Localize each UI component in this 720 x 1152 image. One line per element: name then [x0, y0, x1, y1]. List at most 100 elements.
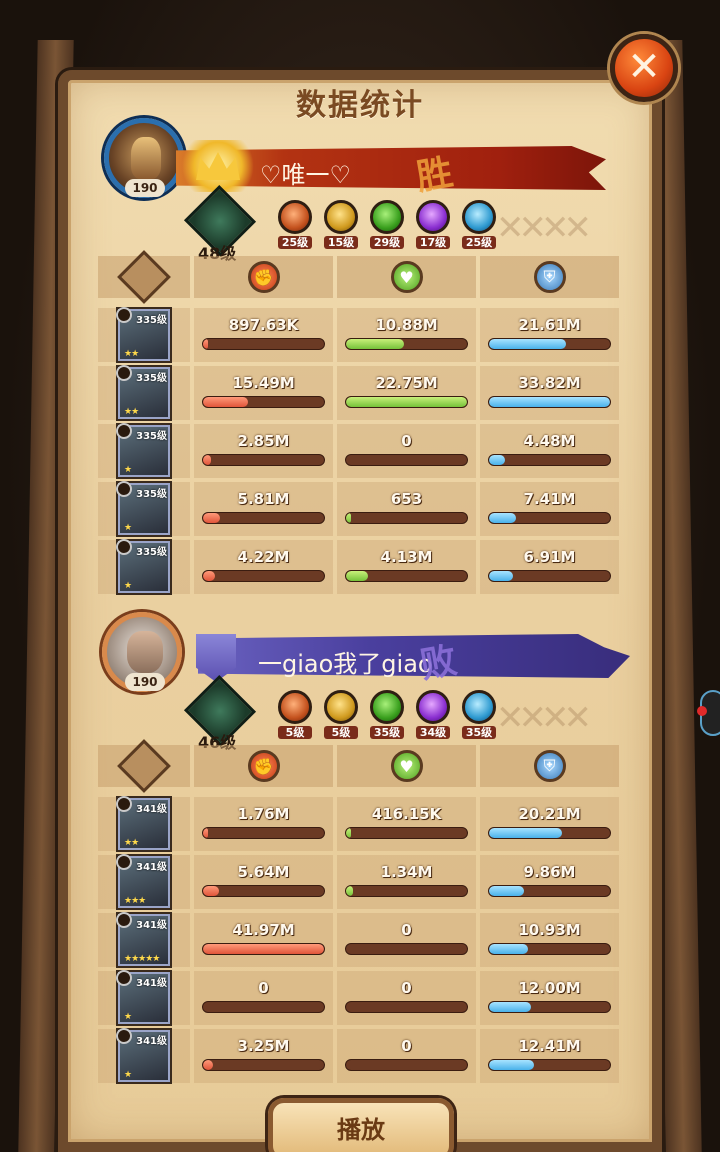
stats-table-2: ✊ ♥ ⛨ 341级 ★★ 1.76M 416.15K 20.21M 341级 ★★★ 5.6…	[98, 739, 622, 1083]
shield-bar-fill	[489, 1002, 532, 1012]
heal-bar-fill	[346, 886, 354, 896]
shield-value: 20.21M	[518, 805, 581, 823]
heal-bar-fill	[346, 339, 405, 349]
heal-cell: 416.15K	[337, 797, 476, 851]
shield-bar	[488, 338, 611, 350]
heal-cell: 0	[337, 424, 476, 478]
heal-value: 653	[390, 490, 423, 508]
hero-list-icon	[117, 250, 171, 304]
damage-bar-fill	[203, 339, 208, 349]
damage-value: 0	[258, 979, 269, 997]
stats-table-1: ✊ ♥ ⛨ 335级 ★★ 897.63K 10.88M 21.61M 335级 ★★ 15.…	[98, 250, 622, 594]
wilder-faction-icon	[370, 690, 404, 724]
hero-stars: ★	[124, 465, 132, 475]
damage-value: 15.49M	[232, 374, 295, 392]
shield-bar-fill	[489, 571, 514, 581]
hero-cell: 335级 ★	[98, 423, 190, 478]
lightbearer-faction-icon	[278, 690, 312, 724]
heal-bar	[345, 454, 468, 466]
faction-level: 5级	[278, 726, 312, 739]
player-name-1: ♡唯一♡	[260, 161, 352, 189]
damage-bar-fill	[203, 828, 208, 838]
heal-value: 0	[401, 979, 412, 997]
shield-cell: 21.61M	[480, 308, 619, 362]
close-button[interactable]: ✕	[610, 34, 678, 102]
hero-face	[127, 631, 163, 673]
damage-bar-fill	[203, 1060, 213, 1070]
table-row: 335级 ★ 5.81M 653 7.41M	[98, 481, 622, 536]
damage-bar	[202, 885, 325, 897]
damage-cell: 897.63K	[194, 308, 333, 362]
damage-value: 4.22M	[237, 548, 290, 566]
wilder-faction-icon	[370, 200, 404, 234]
mauler-faction-icon	[324, 200, 358, 234]
heal-bar	[345, 512, 468, 524]
hero-portrait[interactable]: 341级 ★★★	[116, 854, 170, 908]
table-row: 335级 ★ 4.22M 4.13M 6.91M	[98, 539, 622, 594]
decor-pattern: ✕✕✕✕	[496, 698, 592, 738]
heal-cell: 653	[337, 482, 476, 536]
heal-cell: 0	[337, 1029, 476, 1083]
faction-level: 35级	[462, 726, 496, 739]
hero-portrait[interactable]: 341级 ★	[116, 1028, 170, 1082]
celestial-faction-icon	[462, 200, 496, 234]
heal-value: 416.15K	[371, 805, 442, 823]
damage-cell: 41.97M	[194, 913, 333, 967]
table-row: 341级 ★ 3.25M 0 12.41M	[98, 1028, 622, 1083]
rank-icon	[116, 423, 132, 439]
shield-cell: 20.21M	[480, 797, 619, 851]
hero-portrait[interactable]: 335级 ★	[116, 423, 170, 477]
hero-cell: 335级 ★	[98, 539, 190, 594]
hero-portrait[interactable]: 341级 ★★	[116, 796, 170, 850]
damage-icon: ✊	[247, 261, 280, 293]
heal-bar-fill	[346, 513, 351, 523]
shield-value: 12.00M	[518, 979, 581, 997]
hero-portrait[interactable]: 335级 ★★	[116, 365, 170, 419]
hero-portrait[interactable]: 335级 ★	[116, 539, 170, 593]
damage-bar	[202, 1001, 325, 1013]
hero-stars: ★	[124, 1012, 132, 1022]
damage-bar-fill	[203, 571, 216, 581]
damage-bar	[202, 1059, 325, 1071]
rank-icon	[116, 539, 132, 555]
hero-stars: ★	[124, 523, 132, 533]
heal-value: 4.13M	[380, 548, 433, 566]
table-header: ✊ ♥ ⛨	[98, 739, 622, 793]
heal-value: 22.75M	[375, 374, 438, 392]
heal-icon: ♥	[390, 261, 423, 293]
damage-cell: 5.81M	[194, 482, 333, 536]
shield-bar	[488, 454, 611, 466]
shield-cell: 7.41M	[480, 482, 619, 536]
hero-cell: 335级 ★★	[98, 307, 190, 362]
play-button[interactable]: 播放	[268, 1098, 454, 1152]
heal-value: 1.34M	[380, 863, 433, 881]
hero-portrait[interactable]: 341级 ★	[116, 970, 170, 1024]
table-row: 341级 ★★ 1.76M 416.15K 20.21M	[98, 796, 622, 851]
heal-bar	[345, 1059, 468, 1071]
heal-value: 0	[401, 432, 412, 450]
shield-value: 4.48M	[523, 432, 576, 450]
notification-dot	[697, 706, 707, 716]
hero-cell: 341级 ★★★	[98, 854, 190, 909]
hero-cell: 341级 ★	[98, 1028, 190, 1083]
damage-value: 41.97M	[232, 921, 295, 939]
heal-cell: 1.34M	[337, 855, 476, 909]
damage-value: 5.64M	[237, 863, 290, 881]
damage-icon: ✊	[247, 750, 280, 782]
shield-value: 7.41M	[523, 490, 576, 508]
hero-portrait[interactable]: 341级 ★★★★★	[116, 912, 170, 966]
hero-portrait[interactable]: 335级 ★	[116, 481, 170, 535]
damage-bar	[202, 512, 325, 524]
damage-value: 3.25M	[237, 1037, 290, 1055]
heal-value: 10.88M	[375, 316, 438, 334]
hero-portrait[interactable]: 335级 ★★	[116, 307, 170, 361]
player-avatar-2[interactable]: 190	[102, 612, 182, 692]
avatar-level-badge: 190	[125, 673, 165, 691]
shield-cell: 12.00M	[480, 971, 619, 1025]
damage-value: 2.85M	[237, 432, 290, 450]
shield-bar	[488, 570, 611, 582]
player-avatar-1[interactable]: 190	[104, 118, 184, 198]
damage-cell: 3.25M	[194, 1029, 333, 1083]
damage-value: 5.81M	[237, 490, 290, 508]
shield-bar	[488, 885, 611, 897]
